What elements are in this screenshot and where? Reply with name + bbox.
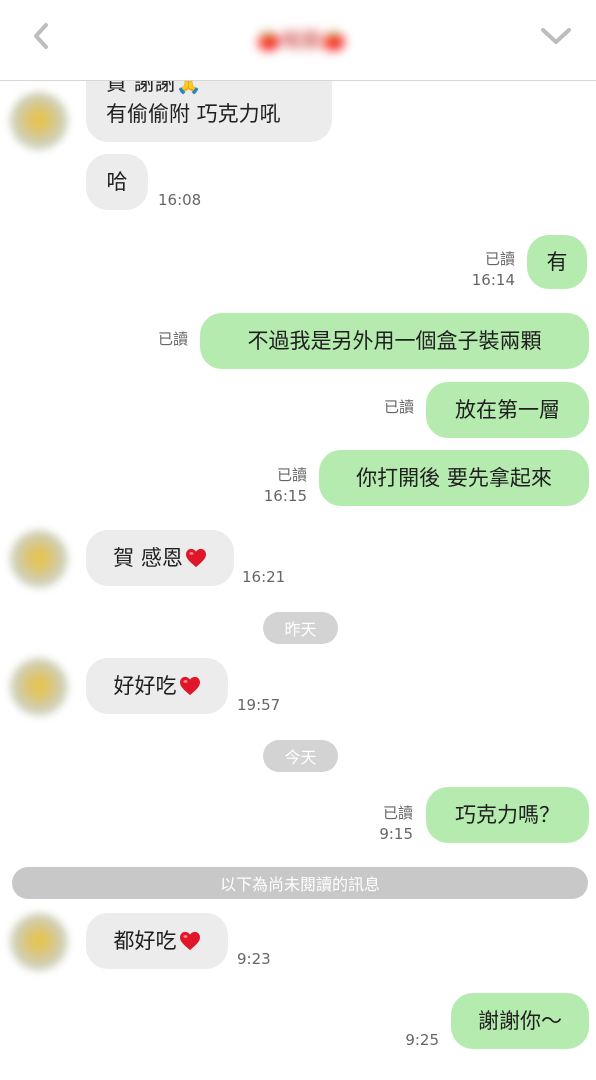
message-bubble-outgoing[interactable]: 放在第一層	[426, 382, 589, 438]
message-time: 16:08	[158, 191, 202, 209]
chat-header: 🍅報圓🍅	[0, 0, 596, 81]
read-receipt: 已讀	[157, 330, 188, 348]
message-text: 好好吃	[113, 673, 177, 698]
read-receipt: 已讀	[383, 398, 414, 416]
chat-screen: 賀 謝謝🙏 有偷偷附 巧克力吼 哈 16:08 已讀 16:14 有 已讀 不過…	[0, 0, 596, 1080]
message-bubble-outgoing[interactable]: 不過我是另外用一個盒子裝兩顆	[200, 313, 589, 369]
heart-emoji-icon	[185, 548, 206, 568]
header-menu-button[interactable]	[538, 22, 574, 50]
message-time: 16:14	[471, 271, 515, 289]
avatar[interactable]	[10, 530, 68, 588]
avatar[interactable]	[10, 913, 68, 971]
message-time: 16:15	[263, 487, 307, 505]
message-text: 不過我是另外用一個盒子裝兩顆	[247, 328, 542, 353]
message-time: 9:25	[405, 1031, 439, 1049]
message-text: 有偷偷附 巧克力吼	[106, 102, 281, 126]
read-receipt: 已讀	[276, 466, 307, 484]
message-bubble-outgoing[interactable]: 有	[527, 235, 587, 289]
message-text: 放在第一層	[455, 397, 560, 422]
message-text: 巧克力嗎？	[455, 802, 560, 827]
heart-emoji-icon	[179, 931, 200, 951]
back-chevron-icon	[34, 23, 48, 49]
message-text: 謝謝你～	[478, 1008, 562, 1033]
heart-emoji-icon	[179, 676, 200, 696]
message-bubble-incoming[interactable]: 哈	[86, 154, 148, 210]
message-bubble-outgoing[interactable]: 謝謝你～	[451, 993, 589, 1049]
message-bubble-incoming[interactable]: 賀 感恩	[86, 530, 234, 586]
message-text: 賀 感恩	[113, 545, 183, 570]
read-receipt: 已讀	[382, 804, 413, 822]
unread-messages-divider: 以下為尚未閱讀的訊息	[12, 867, 588, 899]
message-bubble-incoming[interactable]: 好好吃	[86, 658, 228, 714]
avatar[interactable]	[10, 658, 68, 716]
chevron-down-icon	[541, 28, 571, 44]
date-divider-yesterday: 昨天	[263, 612, 338, 644]
message-bubble-outgoing[interactable]: 巧克力嗎？	[426, 787, 589, 843]
message-text: 你打開後 要先拿起來	[356, 465, 552, 490]
message-time: 9:15	[379, 825, 413, 843]
message-bubble-outgoing[interactable]: 你打開後 要先拿起來	[319, 450, 589, 506]
message-text: 有	[546, 249, 568, 274]
message-time: 19:57	[237, 696, 281, 714]
message-time: 9:23	[237, 950, 271, 968]
message-bubble-incoming[interactable]: 都好吃	[86, 913, 228, 969]
avatar[interactable]	[10, 92, 68, 150]
read-receipt: 已讀	[484, 250, 515, 268]
message-time: 16:21	[242, 568, 286, 586]
chat-title[interactable]: 🍅報圓🍅	[240, 22, 362, 54]
message-text: 都好吃	[113, 928, 177, 953]
message-list[interactable]: 賀 謝謝🙏 有偷偷附 巧克力吼 哈 16:08 已讀 16:14 有 已讀 不過…	[0, 0, 596, 1080]
date-divider-today: 今天	[263, 740, 338, 772]
message-text: 哈	[106, 169, 128, 194]
back-button[interactable]	[26, 20, 58, 52]
